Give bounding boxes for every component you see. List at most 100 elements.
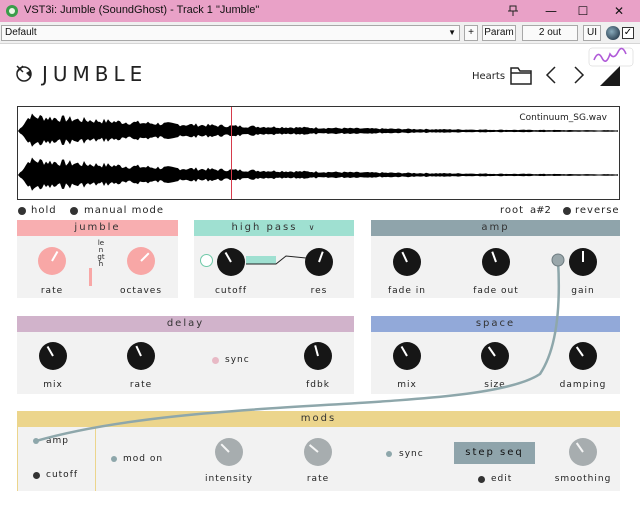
gain-knob[interactable] [569, 248, 597, 276]
length-label: length [97, 239, 105, 268]
minimize-button[interactable]: — [536, 0, 566, 22]
space-mix-label: mix [397, 380, 417, 390]
space-panel: space mix size damping [371, 316, 620, 394]
delay-panel: delay mix rate sync fdbk [17, 316, 354, 394]
space-mix-knob[interactable] [393, 342, 421, 370]
fade-in-knob[interactable] [393, 248, 421, 276]
hold-toggle-dot[interactable] [18, 207, 26, 215]
highpass-header[interactable]: high pass ∨ [194, 220, 354, 236]
waveform-display[interactable]: Continuum_SG.wav [17, 106, 620, 200]
reverse-label[interactable]: reverse [575, 205, 620, 216]
resize-corner-icon[interactable] [600, 66, 620, 86]
cutoff-knob[interactable] [217, 248, 245, 276]
damping-knob[interactable] [569, 342, 597, 370]
gain-label: gain [571, 286, 595, 296]
preset-name[interactable]: Hearts [472, 71, 505, 82]
mod-cutoff-label[interactable]: cutoff [46, 470, 78, 480]
fdbk-label: fdbk [306, 380, 330, 390]
param-button[interactable]: Param [482, 25, 516, 41]
octaves-label: octaves [119, 286, 163, 296]
bypass-checkbox[interactable]: ✓ [622, 27, 634, 39]
soundghost-signature-logo [588, 47, 634, 67]
edit-dot[interactable] [478, 476, 485, 483]
output-button[interactable]: 2 out [522, 25, 578, 41]
size-knob[interactable] [481, 342, 509, 370]
ui-button[interactable]: UI [583, 25, 601, 41]
plugin-ui: JUMBLE Hearts Continuum_SG.wav hold manu… [0, 44, 640, 511]
mod-on-dot[interactable] [111, 456, 117, 462]
intensity-knob[interactable] [215, 438, 243, 466]
mod-rate-label: rate [306, 474, 330, 484]
reverse-toggle-dot[interactable] [563, 207, 571, 215]
preset-value: Default [5, 27, 37, 38]
app-icon [6, 5, 18, 17]
wet-knob[interactable] [606, 26, 620, 40]
manual-mode-toggle-dot[interactable] [70, 207, 78, 215]
root-value[interactable]: a#2 [530, 205, 551, 216]
mod-amp-dot[interactable] [33, 438, 39, 444]
highpass-header-label: high pass [231, 222, 298, 233]
root-label: root [500, 205, 525, 216]
hold-label[interactable]: hold [31, 205, 57, 216]
delay-mix-knob[interactable] [39, 342, 67, 370]
amp-header: amp [371, 220, 620, 236]
res-knob[interactable] [305, 248, 333, 276]
pin-icon[interactable] [498, 0, 528, 22]
delay-rate-label: rate [129, 380, 153, 390]
length-slider[interactable] [89, 268, 92, 286]
close-button[interactable]: ✕ [604, 0, 634, 22]
add-button[interactable]: + [464, 25, 478, 41]
jumble-panel: jumble rate length octaves [17, 220, 178, 298]
mods-header: mods [17, 411, 620, 427]
jumble-rate-knob[interactable] [38, 247, 66, 275]
mod-sync-dot[interactable] [386, 451, 392, 457]
amp-panel: amp fade in fade out gain [371, 220, 620, 298]
jumble-logo-icon [16, 65, 32, 82]
res-label: res [310, 286, 328, 296]
delay-sync-dot[interactable] [212, 357, 219, 364]
plugin-logo-text: JUMBLE [42, 62, 148, 86]
delay-header: delay [17, 316, 354, 332]
highpass-enable-toggle[interactable] [200, 254, 213, 267]
delay-rate-knob[interactable] [127, 342, 155, 370]
smoothing-label: smoothing [554, 474, 612, 484]
size-label: size [484, 380, 506, 390]
space-header: space [371, 316, 620, 332]
filter-curve-icon [246, 255, 306, 265]
delay-mix-label: mix [43, 380, 63, 390]
folder-icon[interactable] [510, 65, 532, 85]
previous-preset-icon[interactable] [545, 66, 557, 84]
cutoff-label: cutoff [214, 286, 248, 296]
intensity-label: intensity [204, 474, 254, 484]
window-titlebar[interactable]: VST3i: Jumble (SoundGhost) - Track 1 "Ju… [0, 0, 640, 22]
mod-sync-label[interactable]: sync [399, 449, 424, 459]
mods-panel: mods amp cutoff mod on intensity rate sy… [17, 411, 620, 491]
jumble-rate-label: rate [40, 286, 64, 296]
preset-select[interactable]: Default ▼ [1, 25, 460, 41]
smoothing-knob[interactable] [569, 438, 597, 466]
chevron-down-icon: ∨ [308, 223, 317, 232]
playhead-marker[interactable] [230, 107, 232, 199]
fade-in-label: fade in [388, 286, 426, 296]
host-toolbar: Default ▼ + Param 2 out UI ✓ [0, 22, 640, 44]
mod-cutoff-dot[interactable] [33, 472, 40, 479]
mod-amp-label[interactable]: amp [46, 436, 69, 446]
fade-out-label: fade out [473, 286, 519, 296]
fade-out-knob[interactable] [482, 248, 510, 276]
damping-label: damping [559, 380, 607, 390]
step-seq-button[interactable]: step seq [454, 442, 535, 464]
fdbk-knob[interactable] [304, 342, 332, 370]
sample-filename: Continuum_SG.wav [519, 113, 607, 123]
octaves-knob[interactable] [127, 247, 155, 275]
delay-sync-label[interactable]: sync [225, 355, 250, 365]
manual-mode-label[interactable]: manual mode [84, 205, 164, 216]
maximize-button[interactable]: ☐ [568, 0, 598, 22]
mod-rate-knob[interactable] [304, 438, 332, 466]
edit-label[interactable]: edit [491, 474, 512, 484]
chevron-down-icon: ▼ [448, 28, 456, 37]
highpass-panel: high pass ∨ cutoff res [194, 220, 354, 298]
jumble-header: jumble [17, 220, 178, 236]
window-title: VST3i: Jumble (SoundGhost) - Track 1 "Ju… [24, 4, 260, 16]
mod-on-label[interactable]: mod on [123, 454, 163, 464]
next-preset-icon[interactable] [573, 66, 585, 84]
